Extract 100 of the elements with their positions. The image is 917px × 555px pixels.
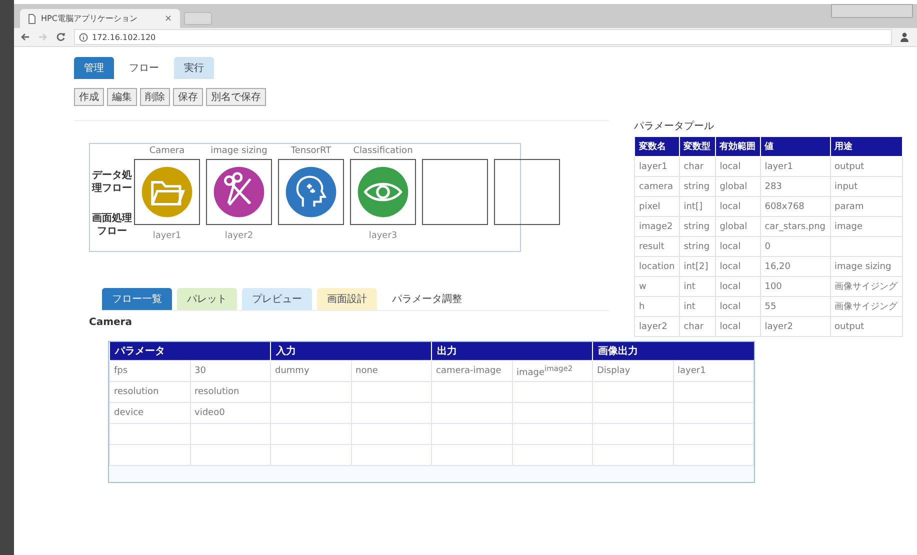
table-cell: Display xyxy=(597,366,630,376)
page-icon xyxy=(28,14,36,24)
table-cell: 55 xyxy=(764,302,776,312)
table-cell: layer1 xyxy=(639,162,668,172)
tab-close-button[interactable]: × xyxy=(164,14,172,24)
table-cell: layer2 xyxy=(764,322,794,332)
pool-title: パラメータプール xyxy=(634,120,715,133)
table-cell: result xyxy=(639,242,664,252)
section-title: Camera xyxy=(89,317,133,328)
table-cell: string xyxy=(684,182,710,192)
column-header: 変数型 xyxy=(679,136,716,156)
table-cell: char xyxy=(684,322,704,332)
table-cell: pixel xyxy=(639,202,660,212)
toolbar-button[interactable]: 削除 xyxy=(140,88,170,106)
table-cell: string xyxy=(684,242,710,252)
table-cell: int xyxy=(684,302,696,312)
table-cell: string xyxy=(684,222,710,232)
table-cell: local xyxy=(720,162,741,172)
table-cell: global xyxy=(720,222,748,232)
table-cell: image2 xyxy=(639,222,673,232)
group-header: 出力 xyxy=(432,342,592,360)
group-header: 画像出力 xyxy=(592,342,754,360)
table-cell: global xyxy=(720,182,748,192)
table-cell: 16,20 xyxy=(764,262,790,272)
panel-tab[interactable]: 画面設計 xyxy=(317,288,377,310)
table-cell: int xyxy=(684,282,696,292)
group-header: パラメータ xyxy=(110,342,270,360)
table-cell: video0 xyxy=(194,408,225,418)
toolbar-button[interactable]: 編集 xyxy=(107,88,137,106)
profile-icon[interactable] xyxy=(900,32,909,42)
table-cell: int[2] xyxy=(684,262,708,272)
column-header: 有効範囲 xyxy=(715,136,760,156)
table-cell: layer1 xyxy=(678,366,706,376)
node-title: Classification xyxy=(353,146,413,158)
address-field[interactable]: 172.16.102.120 xyxy=(74,29,892,45)
node-slot[interactable] xyxy=(206,159,272,225)
info-icon xyxy=(79,32,88,42)
column-header: 変数名 xyxy=(634,136,680,156)
toolbar-button[interactable]: 保存 xyxy=(173,88,203,106)
toolbar-button[interactable]: 別名で保存 xyxy=(206,88,266,106)
table-cell: car_stars.png xyxy=(764,222,826,232)
table-cell: dummy xyxy=(275,366,310,376)
node-slot[interactable] xyxy=(134,159,200,225)
table-cell: local xyxy=(720,262,741,272)
table-cell: output xyxy=(834,322,864,332)
tab-title: HPC電脳アプリケーション xyxy=(41,13,138,24)
table-cell: layer2 xyxy=(639,322,668,332)
table-cell: 30 xyxy=(194,366,206,376)
table-cell: 画像サイジング xyxy=(834,302,898,312)
node-slot[interactable] xyxy=(350,159,416,225)
toolbar-button[interactable]: 作成 xyxy=(74,88,104,106)
table-cell: w xyxy=(639,282,646,292)
table-cell: camera xyxy=(639,182,673,192)
panel-tab[interactable]: パレット xyxy=(177,288,237,310)
table-cell: image xyxy=(834,222,863,232)
column-header: 値 xyxy=(760,136,830,156)
table-cell: int[] xyxy=(684,202,702,212)
table-cell: local xyxy=(720,202,741,212)
table-cell: 283 xyxy=(764,182,782,192)
node-slot[interactable] xyxy=(494,159,560,225)
flow-row-label: データ処理フロー xyxy=(90,168,133,195)
group-header: 入力 xyxy=(270,342,432,360)
table-cell: device xyxy=(114,408,144,418)
browser-tab[interactable]: HPC電脳アプリケーション × xyxy=(20,9,180,28)
node-title: image sizing xyxy=(210,146,268,158)
table-cell: none xyxy=(356,366,378,376)
table-cell: local xyxy=(720,282,741,292)
table-cell: output xyxy=(834,162,864,172)
table-cell: resolution xyxy=(114,387,159,397)
node-title: Camera xyxy=(149,146,185,158)
table-cell: param xyxy=(834,202,864,212)
panel-tab[interactable]: フロー一覧 xyxy=(102,288,172,310)
table-cell: input xyxy=(834,182,858,192)
table-cell: local xyxy=(720,302,741,312)
table-cell: fps xyxy=(114,366,128,376)
back-icon[interactable] xyxy=(20,32,30,42)
table-cell: 100 xyxy=(764,282,782,292)
table-cell: char xyxy=(684,162,704,172)
top-tab[interactable]: 管理 xyxy=(74,57,114,79)
table-cell: local xyxy=(720,322,741,332)
node-slot[interactable] xyxy=(422,159,488,225)
table-cell: 画像サイジング xyxy=(834,282,898,292)
table-cell: h xyxy=(639,302,645,312)
layer-label: layer2 xyxy=(224,230,254,243)
table-cell: layer1 xyxy=(764,162,794,172)
top-tab[interactable]: 実行 xyxy=(174,57,214,79)
table-cell: resolution xyxy=(194,387,240,397)
panel-tab[interactable]: プレビュー xyxy=(242,288,312,310)
table-cell: camera-image xyxy=(436,366,502,376)
node-title: TensorRT xyxy=(290,146,332,158)
table-cell: image sizing xyxy=(834,262,892,272)
reload-icon[interactable] xyxy=(56,32,66,42)
table-cell: 0 xyxy=(764,242,770,252)
table-cell: location xyxy=(639,262,675,272)
node-slot[interactable] xyxy=(278,159,344,225)
layer-label: layer3 xyxy=(368,230,398,243)
column-header: 用途 xyxy=(830,136,902,156)
flow-row-label: 画面処理フロー xyxy=(91,212,133,238)
layer-label: layer1 xyxy=(152,230,182,243)
table-cell: local xyxy=(720,242,741,252)
